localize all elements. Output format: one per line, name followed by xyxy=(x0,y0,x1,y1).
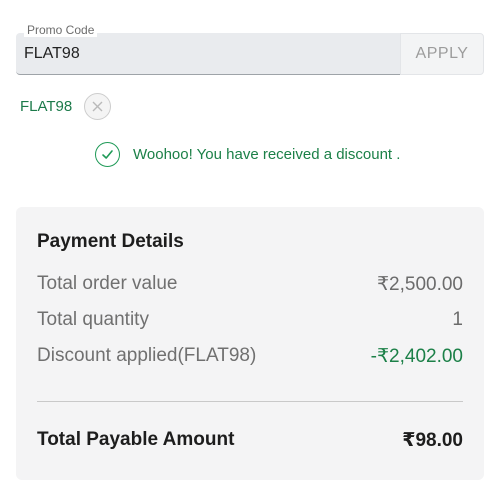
apply-button[interactable]: APPLY xyxy=(400,33,484,75)
total-payable-label: Total Payable Amount xyxy=(37,429,235,450)
discount-success-message: Woohoo! You have received a discount . xyxy=(95,141,400,167)
applied-promo-chip: FLAT98 xyxy=(20,92,112,120)
quantity-row: Total quantity 1 xyxy=(37,307,463,333)
promo-code-value: FLAT98 xyxy=(24,44,80,62)
success-text: Woohoo! You have received a discount . xyxy=(133,145,401,163)
payment-details-title: Payment Details xyxy=(37,231,184,252)
checkout-page: FLAT98 APPLY Promo Code FLAT98 Woohoo! Y… xyxy=(0,0,500,500)
discount-amount: -₹2,402.00 xyxy=(370,345,463,367)
applied-promo-code: FLAT98 xyxy=(20,97,73,115)
close-icon[interactable] xyxy=(84,92,112,120)
quantity-value: 1 xyxy=(452,309,463,330)
promo-code-label: Promo Code xyxy=(24,23,98,37)
total-payable-row: Total Payable Amount ₹98.00 xyxy=(37,426,463,454)
order-value-label: Total order value xyxy=(37,273,178,294)
discount-row: Discount applied(FLAT98) -₹2,402.00 xyxy=(37,343,463,369)
check-circle-icon xyxy=(95,141,120,167)
payment-details-card: Payment Details Total order value ₹2,500… xyxy=(16,207,484,480)
promo-code-row: FLAT98 APPLY xyxy=(16,33,484,75)
quantity-label: Total quantity xyxy=(37,309,149,330)
order-value-row: Total order value ₹2,500.00 xyxy=(37,271,463,297)
discount-label: Discount applied(FLAT98) xyxy=(37,345,257,366)
order-value-amount: ₹2,500.00 xyxy=(376,273,463,295)
promo-code-input[interactable]: FLAT98 xyxy=(16,33,400,75)
divider xyxy=(37,401,463,402)
total-payable-amount: ₹98.00 xyxy=(402,429,463,451)
